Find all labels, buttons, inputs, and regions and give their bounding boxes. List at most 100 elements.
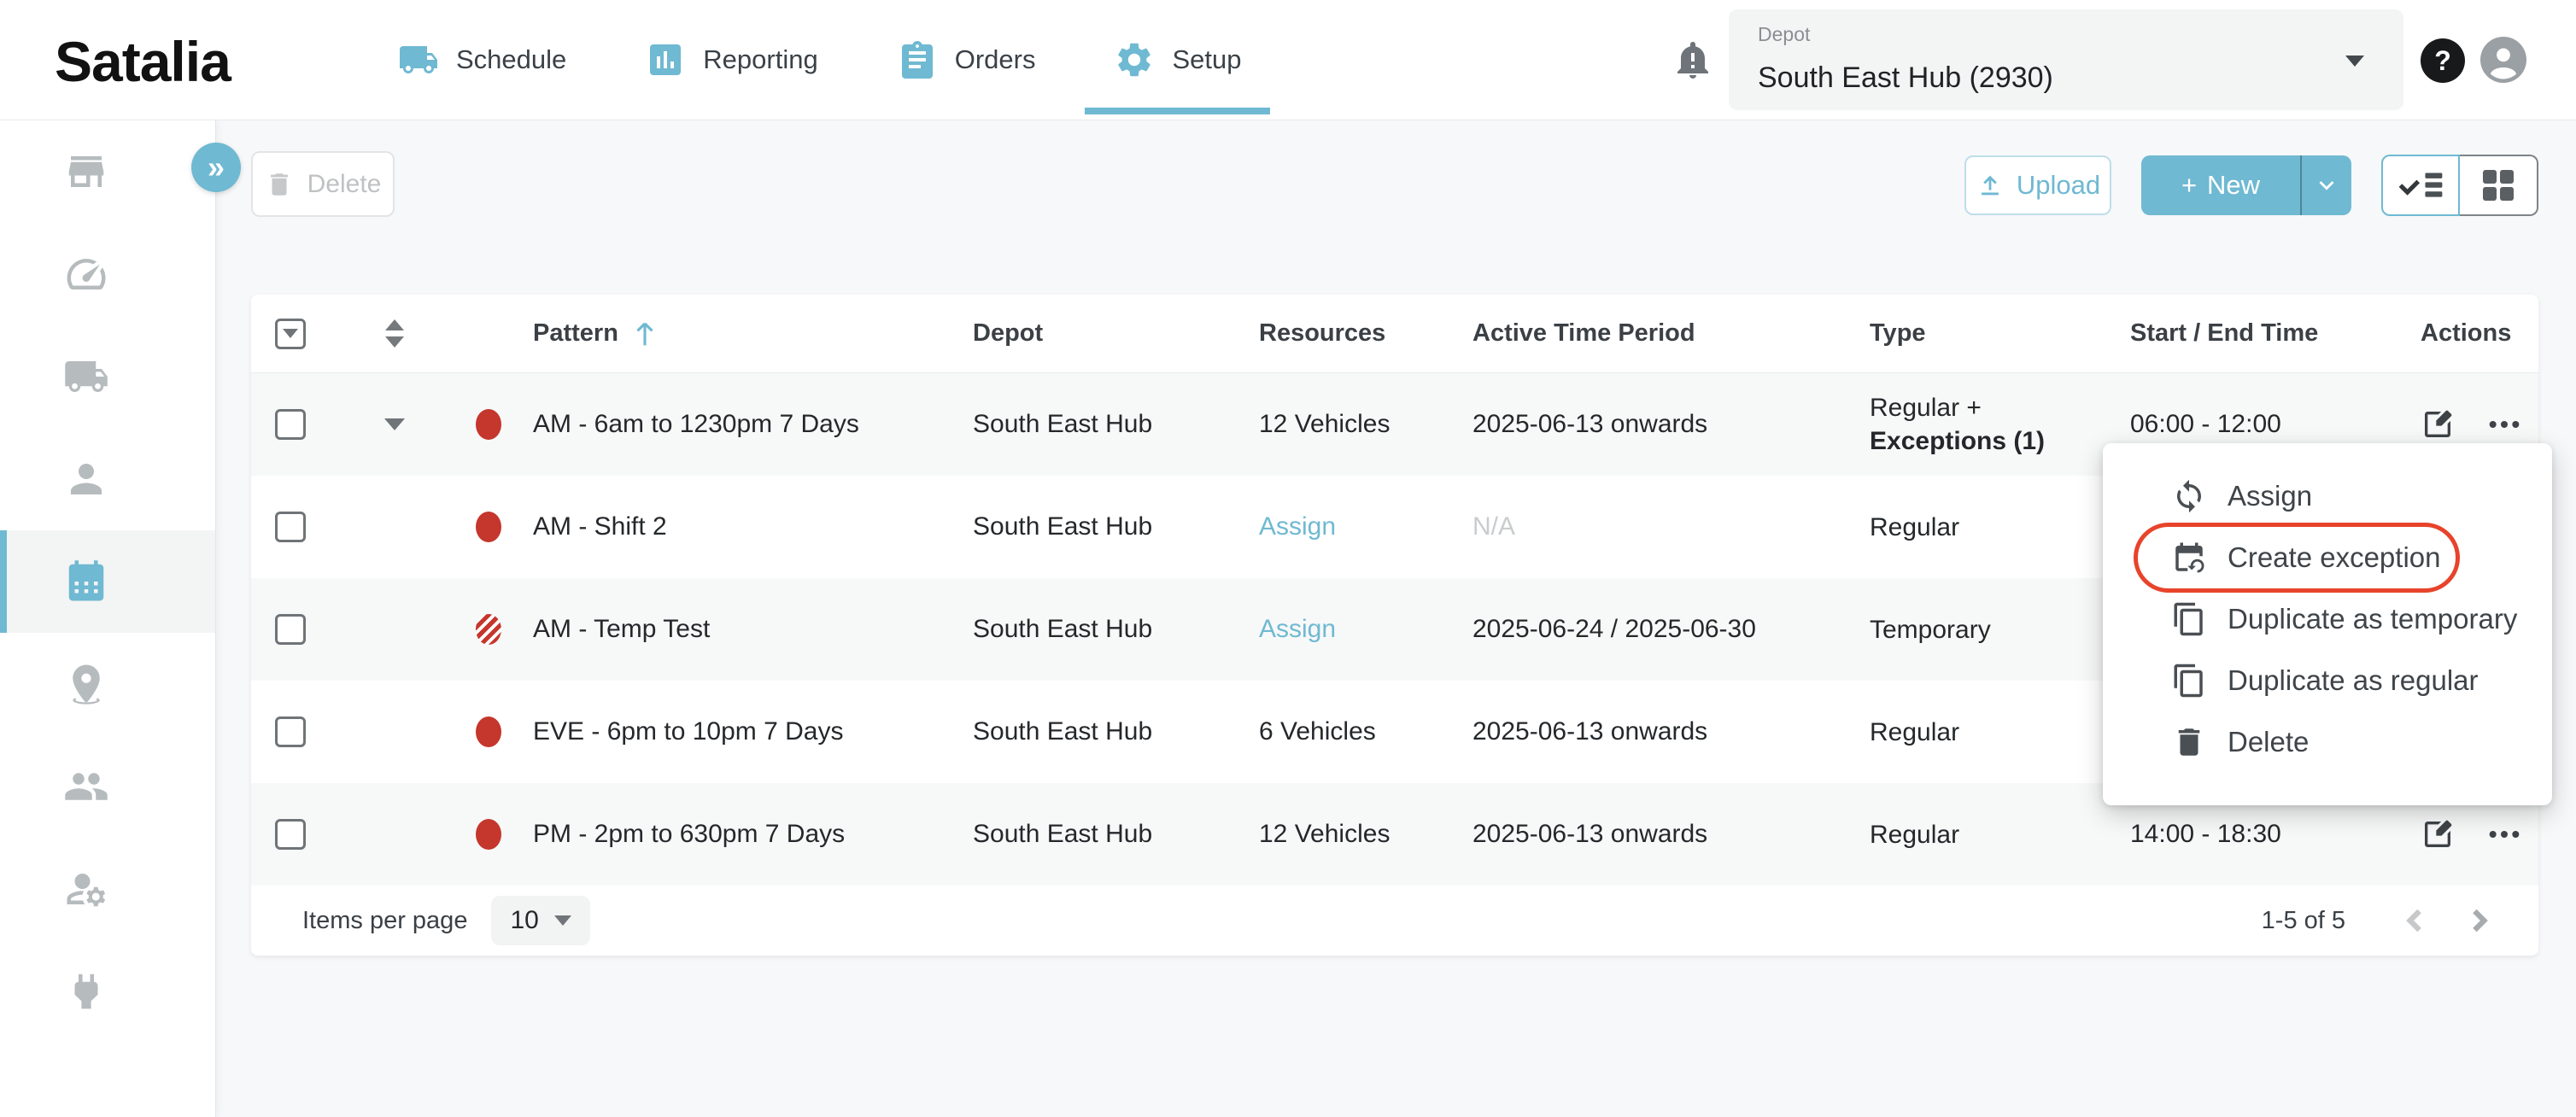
sidebar-item-dashboard[interactable] (0, 223, 215, 325)
select-all-checkbox[interactable] (275, 319, 306, 349)
grid-icon (2474, 167, 2523, 204)
menu-item-duplicate-as-temporary[interactable]: Duplicate as temporary (2103, 588, 2552, 650)
row-checkbox[interactable] (275, 819, 306, 850)
toolbar-right-group: Upload + New (1964, 155, 2538, 216)
copy-icon (2171, 663, 2207, 699)
menu-item-assign[interactable]: Assign (2103, 465, 2552, 527)
plug-icon (63, 968, 109, 1015)
next-page-button[interactable] (2460, 902, 2497, 939)
depot-cell: South East Hub (973, 373, 1259, 476)
row-checkbox[interactable] (275, 716, 306, 747)
row-actions-context-menu: Assign Create exception Duplicate as tem… (2103, 443, 2552, 805)
edit-icon (2421, 817, 2455, 851)
row-checkbox[interactable] (275, 614, 306, 645)
sort-control[interactable] (385, 319, 404, 348)
type-cell: Temporary (1870, 578, 2130, 681)
sidebar-item-drivers[interactable] (0, 428, 215, 530)
column-header-depot[interactable]: Depot (973, 295, 1259, 372)
main-nav: Schedule Reporting Orders Setup (359, 0, 1280, 120)
chevron-right-icon (2460, 902, 2497, 939)
top-app-bar: Satalia Schedule Reporting Orders Setup … (0, 0, 2576, 120)
plus-icon: + (2181, 170, 2197, 201)
sidebar-item-locations[interactable] (0, 633, 215, 735)
people-icon (63, 763, 109, 810)
upload-icon (1976, 171, 2005, 200)
pattern-status-dot (476, 409, 501, 440)
user-avatar[interactable] (2480, 37, 2526, 83)
truck-icon (398, 39, 439, 80)
row-more-actions-button[interactable] (2487, 407, 2521, 442)
pagination-range-label: 1-5 of 5 (2262, 907, 2345, 935)
column-header-pattern[interactable]: Pattern (533, 295, 973, 372)
depot-cell: South East Hub (973, 783, 1259, 886)
column-header-type[interactable]: Type (1870, 295, 2130, 372)
period-cell: 2025-06-13 onwards (1472, 681, 1870, 783)
type-cell: Regular (1870, 783, 2130, 886)
menu-item-create-exception[interactable]: Create exception (2103, 527, 2552, 588)
people-gear-icon (63, 866, 109, 912)
left-sidebar (0, 120, 216, 1117)
sidebar-item-vehicles[interactable] (0, 325, 215, 428)
column-header-actions: Actions (2421, 295, 2538, 372)
depot-select[interactable]: Depot South East Hub (2930) (1729, 9, 2403, 110)
pattern-cell: AM - Temp Test (533, 578, 973, 681)
person-icon (63, 456, 109, 502)
sort-asc-icon (385, 319, 404, 330)
pattern-cell: EVE - 6pm to 10pm 7 Days (533, 681, 973, 783)
row-checkbox[interactable] (275, 409, 306, 440)
type-cell: Regular (1870, 681, 2130, 783)
menu-item-duplicate-as-regular[interactable]: Duplicate as regular (2103, 650, 2552, 711)
row-more-actions-button[interactable] (2487, 817, 2521, 851)
sidebar-item-user-management[interactable] (0, 838, 215, 940)
sidebar-item-shift-patterns[interactable] (0, 530, 215, 633)
new-button-label: New (2207, 170, 2260, 201)
satalia-logo: Satalia (55, 29, 231, 94)
truck-icon (63, 354, 109, 400)
list-view-toggle-selected[interactable] (2381, 155, 2460, 216)
tab-reporting[interactable]: Reporting (606, 0, 857, 120)
bulk-delete-button[interactable]: Delete (251, 151, 395, 217)
edit-pattern-button[interactable] (2421, 407, 2455, 442)
check-list-icon (2396, 167, 2445, 204)
column-header-resources[interactable]: Resources (1259, 295, 1472, 372)
column-header-period[interactable]: Active Time Period (1472, 295, 1870, 372)
sort-ascending-arrow-icon (632, 319, 658, 348)
new-dropdown-button[interactable] (2302, 155, 2351, 215)
chevron-left-icon (2397, 902, 2434, 939)
expand-row-caret-icon[interactable] (384, 418, 405, 430)
row-checkbox[interactable] (275, 512, 306, 542)
tab-setup-label: Setup (1172, 44, 1241, 75)
tab-orders[interactable]: Orders (858, 0, 1075, 120)
period-cell: 2025-06-24 / 2025-06-30 (1472, 578, 1870, 681)
table-pagination: Items per page 10 1-5 of 5 (251, 886, 2538, 956)
pattern-cell: AM - Shift 2 (533, 476, 973, 578)
sidebar-expand-button[interactable]: » (191, 143, 241, 192)
tab-schedule[interactable]: Schedule (359, 0, 606, 120)
edit-pattern-button[interactable] (2421, 817, 2455, 851)
pattern-status-dot-striped (476, 614, 501, 645)
sidebar-item-teams[interactable] (0, 735, 215, 838)
assign-link[interactable]: Assign (1259, 615, 1336, 644)
items-per-page-select[interactable]: 10 (491, 896, 589, 945)
pattern-status-dot (476, 716, 501, 747)
previous-page-button[interactable] (2397, 902, 2434, 939)
clipboard-icon (897, 39, 938, 80)
person-icon (2480, 37, 2526, 83)
resources-cell: 12 Vehicles (1259, 783, 1472, 886)
sidebar-item-depots[interactable] (0, 120, 215, 223)
sidebar-item-integrations[interactable] (0, 940, 215, 1043)
calendar-repeat-icon (2171, 540, 2207, 576)
notifications-bell-icon[interactable] (1672, 39, 1713, 80)
more-horizontal-icon (2487, 407, 2521, 442)
new-split-button: + New (2141, 155, 2351, 215)
column-header-time[interactable]: Start / End Time (2130, 295, 2421, 372)
menu-item-delete[interactable]: Delete (2103, 711, 2552, 773)
help-button[interactable]: ? (2421, 38, 2465, 83)
sync-icon (2171, 478, 2207, 514)
gauge-icon (63, 251, 109, 297)
tab-setup[interactable]: Setup (1074, 0, 1280, 120)
upload-button[interactable]: Upload (1964, 155, 2111, 215)
new-button[interactable]: + New (2141, 155, 2302, 215)
grid-view-toggle[interactable] (2460, 155, 2538, 216)
assign-link[interactable]: Assign (1259, 512, 1336, 541)
